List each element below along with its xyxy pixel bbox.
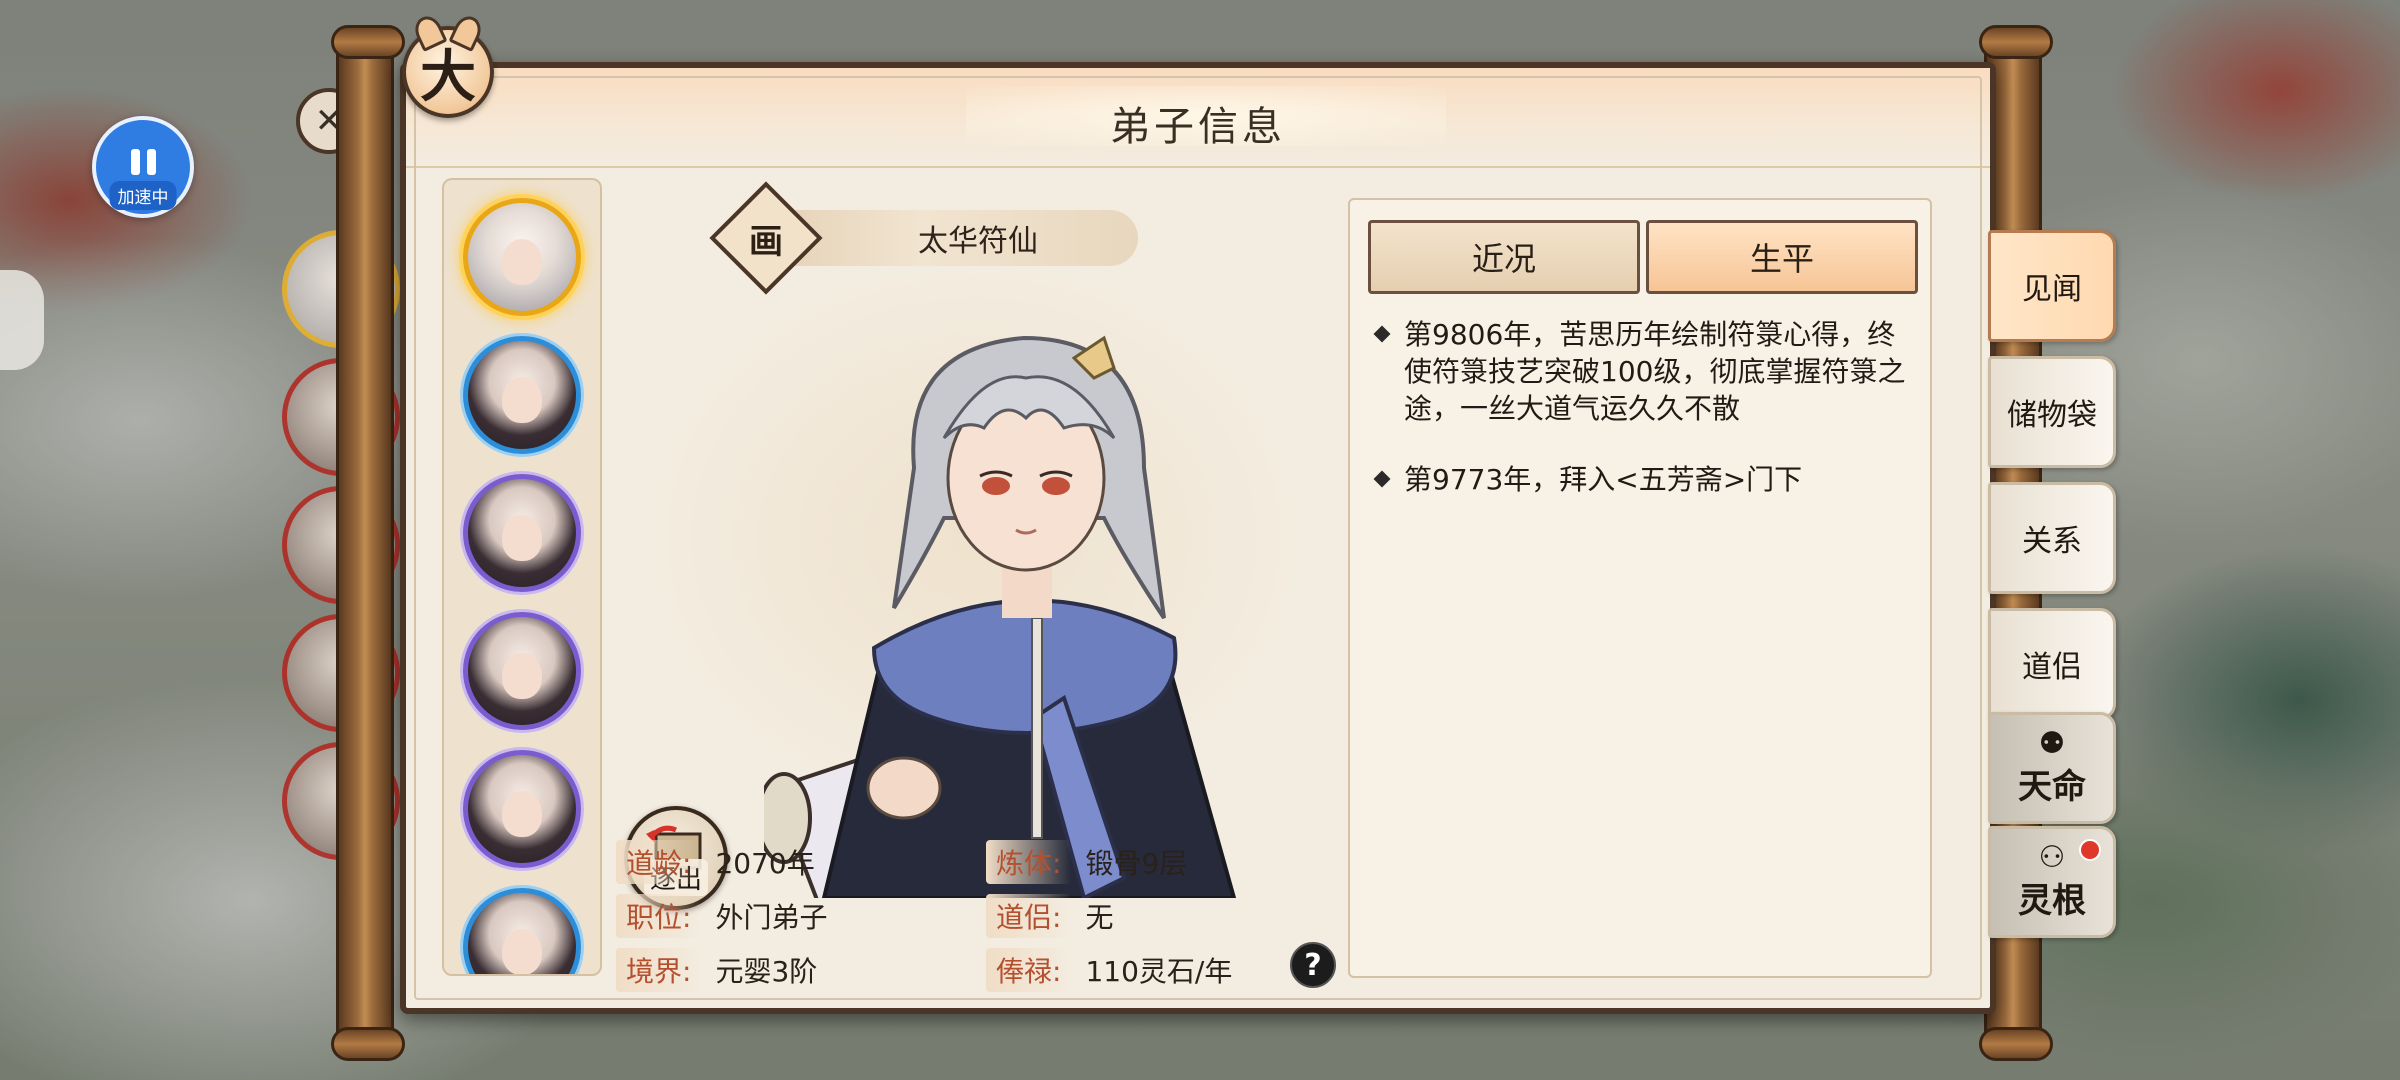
- disciple-avatar[interactable]: [463, 750, 581, 868]
- help-icon[interactable]: ?: [1290, 942, 1336, 988]
- stat-body-label: 炼体:: [986, 840, 1072, 884]
- title-bar: 弟子信息: [406, 68, 1990, 168]
- event-item: 第9773年，拜入<五芳斋>门下: [1370, 461, 1918, 498]
- character-display: 太华符仙 画: [614, 178, 1334, 910]
- disciple-avatar-list[interactable]: [442, 178, 602, 976]
- speed-status-label: 加速中: [109, 181, 177, 210]
- character-name: 太华符仙: [918, 224, 1038, 259]
- side-tab-news[interactable]: 见闻: [1988, 230, 2116, 342]
- disciple-info-panel: 弟子信息 太华符仙 画 道龄: 2070年 炼体: 锻骨9层 职位: 外门弟子 …: [400, 62, 1996, 1014]
- stat-position-value: 外门弟子: [715, 901, 828, 934]
- stat-realm-label: 境界:: [616, 948, 702, 992]
- disciple-avatar[interactable]: [463, 888, 581, 974]
- stat-age-value: 2070年: [715, 847, 815, 880]
- tab-biography[interactable]: 生平: [1646, 220, 1918, 294]
- close-icon: 大: [420, 44, 476, 110]
- stat-partner-value: 无: [1085, 901, 1114, 934]
- stat-age: 道龄: 2070年: [616, 840, 815, 884]
- panel-title: 弟子信息: [1110, 104, 1286, 150]
- stat-salary: 俸禄: 110灵石/年: [986, 948, 1232, 992]
- pause-icon: [130, 149, 156, 175]
- character-name-banner: 太华符仙: [778, 210, 1138, 266]
- side-tab-destiny[interactable]: ⚉ 天命: [1988, 712, 2116, 824]
- stat-partner-label: 道侣:: [986, 894, 1072, 938]
- side-tab-spirit-root[interactable]: ⚇ 灵根: [1988, 826, 2116, 938]
- portrait-badge-label: 画: [749, 221, 783, 262]
- stat-position-label: 职位:: [616, 894, 702, 938]
- stat-body-value: 锻骨9层: [1085, 847, 1188, 880]
- stat-body: 炼体: 锻骨9层: [986, 840, 1187, 884]
- speed-pause-button[interactable]: 加速中: [92, 116, 194, 218]
- disciple-avatar[interactable]: [463, 474, 581, 592]
- stat-position: 职位: 外门弟子: [616, 894, 827, 938]
- scroll-rod-left: [331, 25, 405, 1061]
- stat-realm-value: 元婴3阶: [715, 955, 818, 988]
- spirit-root-icon: ⚇: [2038, 839, 2066, 875]
- side-tab-destiny-label: 天命: [2018, 766, 2086, 807]
- stat-realm: 境界: 元婴3阶: [616, 948, 817, 992]
- event-list: 第9806年，苦思历年绘制符箓心得，终使符箓技艺突破100级，彻底掌握符箓之途，…: [1370, 316, 1918, 532]
- tab-recent[interactable]: 近况: [1368, 220, 1640, 294]
- side-tab-spirit-root-label: 灵根: [2018, 880, 2086, 921]
- side-tab-storage-bag[interactable]: 储物袋: [1988, 356, 2116, 468]
- notification-dot: [2079, 839, 2101, 861]
- info-box: 近况 生平 第9806年，苦思历年绘制符箓心得，终使符箓技艺突破100级，彻底掌…: [1348, 198, 1932, 978]
- disciple-avatar[interactable]: [463, 336, 581, 454]
- stat-salary-label: 俸禄:: [986, 948, 1072, 992]
- event-item: 第9806年，苦思历年绘制符箓心得，终使符箓技艺突破100级，彻底掌握符箓之途，…: [1370, 316, 1918, 427]
- character-portrait: [764, 335, 1237, 898]
- side-tab-relations[interactable]: 关系: [1988, 482, 2116, 594]
- side-tab-partner[interactable]: 道侣: [1988, 608, 2116, 720]
- cat-mascot-decoration: [0, 270, 44, 370]
- stat-salary-value: 110灵石/年: [1085, 955, 1233, 988]
- stat-partner: 道侣: 无: [986, 894, 1113, 938]
- close-button[interactable]: 大: [402, 26, 494, 118]
- stat-age-label: 道龄:: [616, 840, 702, 884]
- disciple-avatar-selected[interactable]: [463, 198, 581, 316]
- destiny-icon: ⚉: [2038, 725, 2066, 761]
- disciple-avatar[interactable]: [463, 612, 581, 730]
